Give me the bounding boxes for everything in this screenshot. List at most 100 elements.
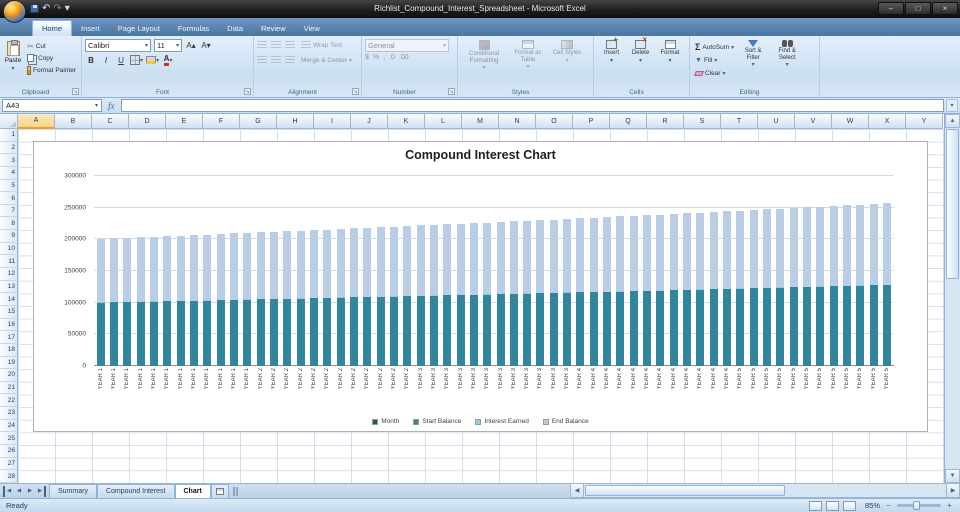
row-header-23[interactable]: 23 — [0, 407, 18, 420]
chart-bar[interactable] — [669, 176, 678, 366]
column-header-J[interactable]: J — [351, 114, 388, 129]
row-header-11[interactable]: 11 — [0, 255, 18, 269]
scroll-right-button[interactable]: ▶ — [946, 483, 960, 498]
column-header-E[interactable]: E — [166, 114, 203, 129]
font-name-select[interactable]: Calibri ▾ — [85, 39, 151, 52]
insert-cells-button[interactable]: Insert ▾ — [597, 37, 626, 86]
chart-bar[interactable] — [843, 176, 852, 366]
page-break-view-button[interactable] — [843, 500, 856, 511]
format-painter-button[interactable]: Format Painter — [25, 64, 78, 76]
row-header-17[interactable]: 17 — [0, 331, 18, 344]
row-header-7[interactable]: 7 — [0, 204, 18, 218]
row-header-21[interactable]: 21 — [0, 381, 18, 395]
fill-color-button[interactable]: ▾ — [146, 54, 159, 66]
chart-bar[interactable] — [456, 176, 465, 366]
delete-cells-button[interactable]: Delete ▾ — [626, 37, 655, 86]
row-header-19[interactable]: 19 — [0, 356, 18, 370]
select-all-button[interactable] — [0, 114, 18, 129]
sheet-tab-chart[interactable]: Chart — [174, 484, 211, 498]
chart-bar[interactable] — [523, 176, 532, 366]
redo-button[interactable]: ↷ — [53, 4, 61, 14]
percent-format-button[interactable]: % — [373, 54, 379, 61]
find-select-button[interactable]: Find & Select ▾ — [770, 39, 804, 86]
number-dialog-launcher[interactable]: ↘ — [448, 88, 455, 95]
chart-bar[interactable] — [696, 176, 705, 366]
column-header-W[interactable]: W — [832, 114, 869, 129]
column-header-Y[interactable]: Y — [906, 114, 943, 129]
chart-bar[interactable] — [96, 176, 105, 366]
chart-bar[interactable] — [363, 176, 372, 366]
shrink-font-button[interactable]: A▾ — [200, 40, 212, 52]
chart-bar[interactable] — [109, 176, 118, 366]
font-dialog-launcher[interactable]: ↘ — [244, 88, 251, 95]
row-header-16[interactable]: 16 — [0, 318, 18, 332]
row-header-27[interactable]: 27 — [0, 457, 18, 471]
zoom-slider-thumb[interactable] — [913, 501, 920, 510]
column-header-I[interactable]: I — [314, 114, 351, 129]
chart-bar[interactable] — [296, 176, 305, 366]
column-header-S[interactable]: S — [684, 114, 721, 129]
row-header-8[interactable]: 8 — [0, 217, 18, 231]
fill-button[interactable]: ▼ Fill ▾ — [693, 54, 736, 66]
zoom-in-button[interactable]: + — [945, 501, 954, 510]
expand-formula-bar-button[interactable]: ▾ — [946, 99, 958, 112]
maximize-button[interactable]: □ — [905, 2, 931, 15]
zoom-slider[interactable] — [897, 501, 941, 510]
ribbon-tab-page-layout[interactable]: Page Layout — [109, 20, 169, 36]
chart-bar[interactable] — [709, 176, 718, 366]
chart-bar[interactable] — [563, 176, 572, 366]
qat-dropdown-icon[interactable]: ▾ — [65, 4, 70, 14]
chart-bar[interactable] — [763, 176, 772, 366]
font-color-button[interactable]: A ▾ — [162, 54, 174, 66]
row-header-12[interactable]: 12 — [0, 268, 18, 281]
chart-bar[interactable] — [789, 176, 798, 366]
chart-bar[interactable] — [656, 176, 665, 366]
undo-button[interactable]: ↶ — [42, 4, 50, 14]
column-header-U[interactable]: U — [758, 114, 795, 129]
sort-filter-button[interactable]: Sort & Filter ▾ — [736, 39, 770, 86]
insert-worksheet-tab[interactable] — [210, 484, 229, 498]
chart-bar[interactable] — [736, 176, 745, 366]
align-right-icon[interactable] — [285, 56, 295, 64]
zoom-level[interactable]: 85% — [860, 501, 880, 510]
chart-bar[interactable] — [883, 176, 892, 366]
chart-bar[interactable] — [829, 176, 838, 366]
scroll-up-button[interactable]: ▲ — [945, 114, 960, 128]
horizontal-scrollbar-thumb[interactable] — [585, 485, 785, 496]
chart-bar[interactable] — [536, 176, 545, 366]
align-top-icon[interactable] — [257, 41, 267, 49]
column-header-H[interactable]: H — [277, 114, 314, 129]
row-header-3[interactable]: 3 — [0, 154, 18, 167]
row-header-18[interactable]: 18 — [0, 343, 18, 357]
chart-bar[interactable] — [549, 176, 558, 366]
close-button[interactable]: × — [932, 2, 958, 15]
column-header-M[interactable]: M — [462, 114, 499, 129]
column-header-G[interactable]: G — [240, 114, 277, 129]
chart-bar[interactable] — [256, 176, 265, 366]
chart-bar[interactable] — [856, 176, 865, 366]
chart-bar[interactable] — [323, 176, 332, 366]
wrap-text-button[interactable]: Wrap Text — [299, 39, 344, 51]
sheet-tab-summary[interactable]: Summary — [49, 484, 97, 498]
chart-bar[interactable] — [216, 176, 225, 366]
row-header-1[interactable]: 1 — [0, 129, 18, 142]
chart-bar[interactable] — [723, 176, 732, 366]
align-left-icon[interactable] — [257, 56, 267, 64]
chart-bar[interactable] — [389, 176, 398, 366]
row-header-9[interactable]: 9 — [0, 230, 18, 243]
chart-bar[interactable] — [589, 176, 598, 366]
row-header-6[interactable]: 6 — [0, 192, 18, 205]
bold-button[interactable]: B — [85, 54, 97, 66]
name-box[interactable]: A43 ▾ — [2, 99, 102, 112]
column-header-B[interactable]: B — [55, 114, 92, 129]
chart-bar[interactable] — [376, 176, 385, 366]
row-header-28[interactable]: 28 — [0, 470, 18, 483]
chart-bar[interactable] — [576, 176, 585, 366]
chart-bar[interactable] — [803, 176, 812, 366]
vertical-scrollbar[interactable]: ▲ ▼ — [944, 114, 960, 483]
first-sheet-button[interactable]: ◀ — [3, 485, 13, 497]
chart-bar[interactable] — [229, 176, 238, 366]
row-header-14[interactable]: 14 — [0, 293, 18, 306]
autosum-button[interactable]: Σ AutoSum ▾ — [693, 41, 736, 53]
clipboard-dialog-launcher[interactable]: ↘ — [72, 88, 79, 95]
